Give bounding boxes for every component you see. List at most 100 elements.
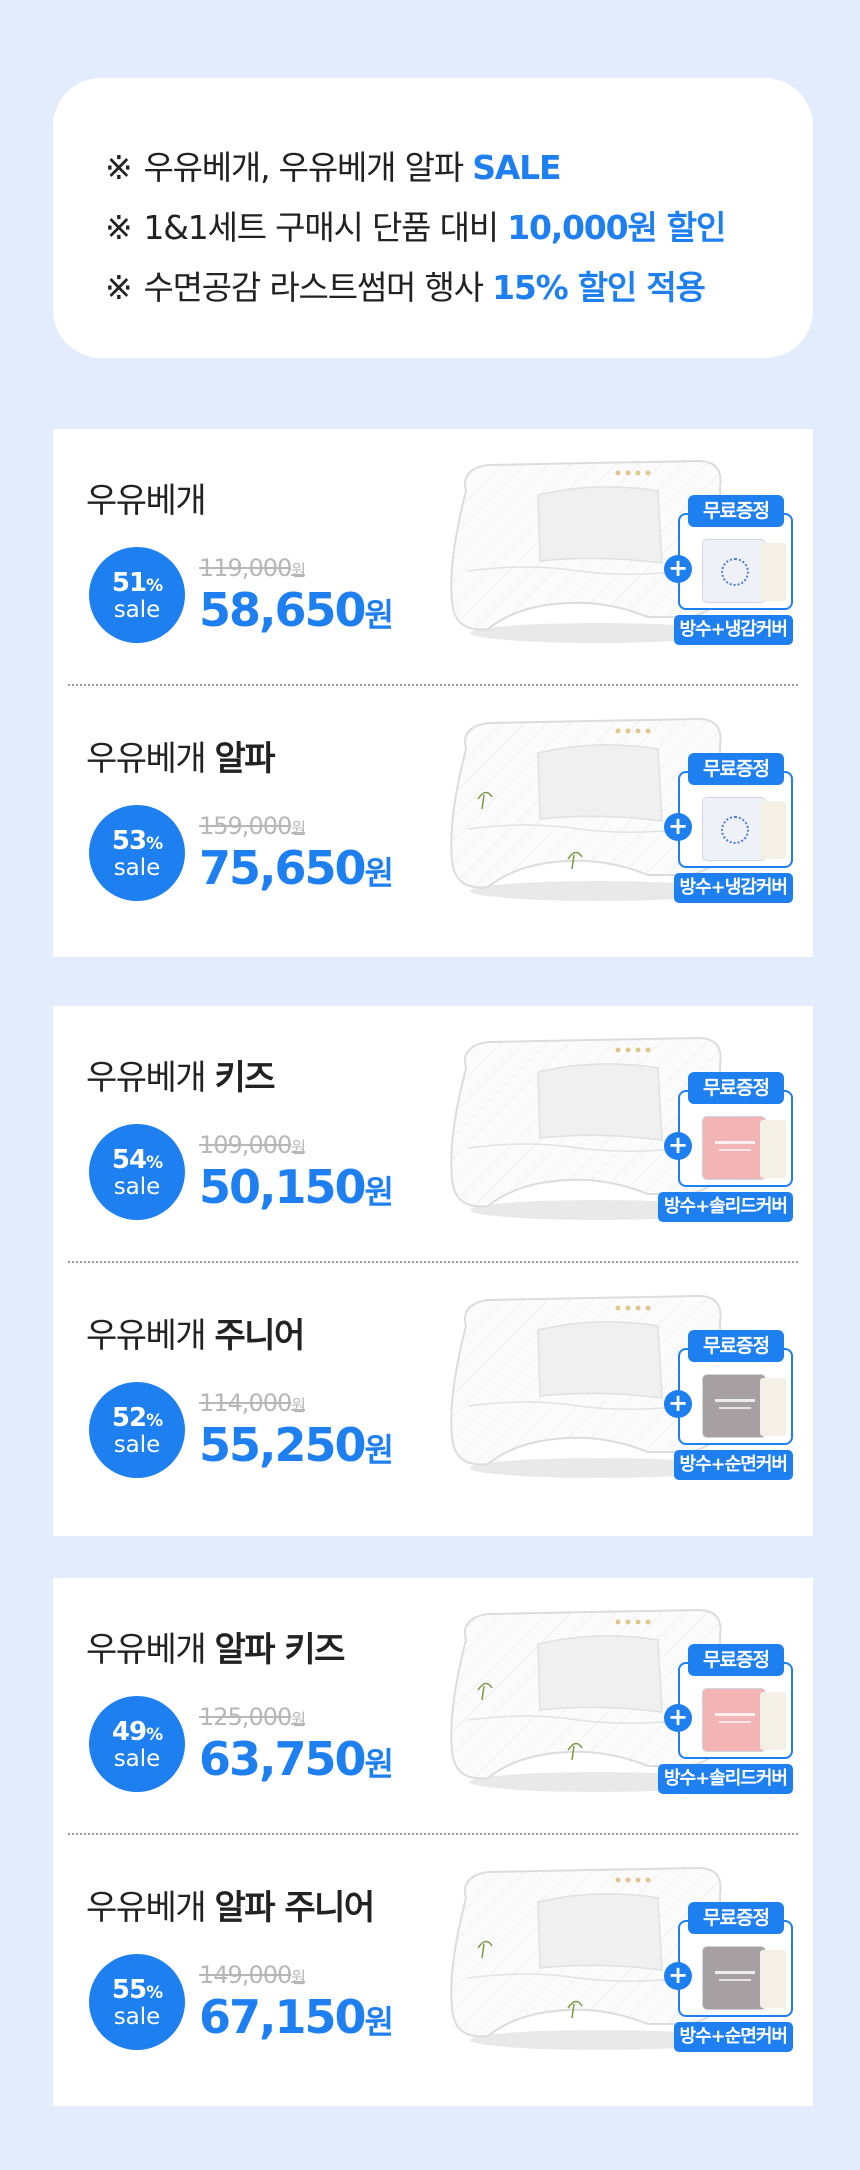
gift-caption: 방수+냉감커버 <box>673 873 793 903</box>
discount-badge: 49% sale <box>89 1696 185 1792</box>
gift-caption: 방수+솔리드커버 <box>657 1192 793 1222</box>
notice-line: ※ 1&1세트 구매시 단품 대비 10,000원 할인 <box>105 198 813 258</box>
product-name-bold: 주니어 <box>214 1316 305 1356</box>
discount-badge: 54% sale <box>89 1124 185 1220</box>
product-row[interactable]: 우유베개 주니어 52% sale 114,000원 55,250원 무료증정 … <box>53 1264 813 1521</box>
discount-value: 55 <box>111 1975 147 2005</box>
sale-price: 63,750원 <box>199 1732 394 1786</box>
product-name: 우유베개 주니어 <box>86 1308 305 1357</box>
product-name-bold: 알파 주니어 <box>214 1888 375 1928</box>
discount-percent: 49% <box>89 1717 185 1747</box>
won-unit: 원 <box>291 1968 306 1987</box>
sale-notice-box: ※ 우유베개, 우유베개 알파 SALE ※ 1&1세트 구매시 단품 대비 10,… <box>53 78 813 358</box>
product-name-bold: 알파 <box>214 739 275 779</box>
product-name: 우유베개 알파 키즈 <box>86 1622 345 1671</box>
won-unit: 원 <box>364 854 394 892</box>
original-price: 125,000원 <box>199 1703 306 1731</box>
discount-value: 53 <box>111 826 147 856</box>
notice-highlight: 15% 할인 적용 <box>492 268 706 307</box>
won-unit: 원 <box>291 561 306 580</box>
free-gift-tag: 무료증정 <box>688 1902 784 1934</box>
product-name: 우유베개 키즈 <box>86 1050 275 1099</box>
gift-caption: 방수+순면커버 <box>673 2022 793 2052</box>
sale-price-value: 63,750 <box>199 1732 367 1786</box>
free-gift: 무료증정 + 방수+순면커버 <box>648 1902 793 2052</box>
reference-mark-icon: ※ <box>105 268 133 307</box>
sale-price-value: 50,150 <box>199 1160 367 1214</box>
discount-value: 52 <box>111 1403 147 1433</box>
notice-text: 우유베개, 우유베개 알파 <box>143 148 473 187</box>
product-name-regular: 우유베개 <box>86 1058 215 1098</box>
notice-text: 수면공감 라스트썸머 행사 <box>143 268 493 307</box>
gift-cover-back <box>760 543 786 601</box>
product-name: 우유베개 <box>86 473 207 522</box>
original-price: 159,000원 <box>199 812 306 840</box>
sale-label: sale <box>113 1746 161 1772</box>
percent-sign: % <box>146 834 163 854</box>
dotted-divider <box>68 1261 798 1263</box>
original-price: 114,000원 <box>199 1389 306 1417</box>
discount-percent: 54% <box>89 1145 185 1175</box>
plus-icon: + <box>664 813 692 841</box>
sale-price: 55,250원 <box>199 1418 394 1472</box>
original-price-value: 125,000 <box>199 1703 292 1731</box>
won-unit: 원 <box>364 2003 394 2041</box>
won-unit: 원 <box>291 819 306 838</box>
product-group-card: 우유베개 키즈 54% sale 109,000원 50,150원 무료증정 + <box>53 1006 813 1536</box>
original-price-value: 114,000 <box>199 1389 292 1417</box>
plus-icon: + <box>664 1962 692 1990</box>
plus-icon: + <box>664 1704 692 1732</box>
notice-line: ※ 수면공감 라스트썸머 행사 15% 할인 적용 <box>105 258 813 318</box>
won-unit: 원 <box>291 1710 306 1729</box>
free-gift: 무료증정 + 방수+순면커버 <box>648 1330 793 1480</box>
product-name-regular: 우유베개 <box>86 1630 215 1670</box>
won-unit: 원 <box>364 596 394 634</box>
product-row[interactable]: 우유베개 알파 53% sale 159,000원 75,650원 무료증정 +… <box>53 687 813 944</box>
sale-price-value: 67,150 <box>199 1990 367 2044</box>
product-group-card: 우유베개 51% sale 119,000원 58,650원 무료증정 + 방수… <box>53 429 813 957</box>
product-row[interactable]: 우유베개 알파 키즈 49% sale 125,000원 63,750원 무료증… <box>53 1578 813 1835</box>
discount-badge: 53% sale <box>89 805 185 901</box>
gift-caption: 방수+솔리드커버 <box>657 1764 793 1794</box>
gift-cover-back <box>760 1120 786 1178</box>
gift-cover-image <box>702 1688 766 1752</box>
original-price: 149,000원 <box>199 1961 306 1989</box>
gift-cover-back <box>760 801 786 859</box>
gift-cover-back <box>760 1692 786 1750</box>
sale-price: 75,650원 <box>199 841 394 895</box>
gift-caption: 방수+냉감커버 <box>673 615 793 645</box>
gift-cover-image <box>702 1116 766 1180</box>
sale-price: 67,150원 <box>199 1990 394 2044</box>
free-gift: 무료증정 + 방수+솔리드커버 <box>648 1072 793 1222</box>
percent-sign: % <box>146 1725 163 1745</box>
discount-value: 54 <box>111 1145 147 1175</box>
percent-sign: % <box>146 576 163 596</box>
sale-price-value: 55,250 <box>199 1418 367 1472</box>
discount-percent: 51% <box>89 568 185 598</box>
gift-cover-image <box>702 539 766 603</box>
product-name-bold: 알파 키즈 <box>214 1630 345 1670</box>
discount-badge: 52% sale <box>89 1382 185 1478</box>
product-name-regular: 우유베개 <box>86 739 215 779</box>
sale-label: sale <box>113 2004 161 2030</box>
free-gift-tag: 무료증정 <box>688 1644 784 1676</box>
product-row[interactable]: 우유베개 51% sale 119,000원 58,650원 무료증정 + 방수… <box>53 429 813 686</box>
product-group-card: 우유베개 알파 키즈 49% sale 125,000원 63,750원 무료증… <box>53 1578 813 2106</box>
discount-badge: 55% sale <box>89 1954 185 2050</box>
reference-mark-icon: ※ <box>105 148 133 187</box>
product-row[interactable]: 우유베개 알파 주니어 55% sale 149,000원 67,150원 무료… <box>53 1836 813 2093</box>
product-row[interactable]: 우유베개 키즈 54% sale 109,000원 50,150원 무료증정 + <box>53 1006 813 1263</box>
free-gift-tag: 무료증정 <box>688 1072 784 1104</box>
product-name-regular: 우유베개 <box>86 1316 215 1356</box>
cover-logo-icon <box>721 816 749 844</box>
notice-line: ※ 우유베개, 우유베개 알파 SALE <box>105 138 813 198</box>
plus-icon: + <box>664 1390 692 1418</box>
won-unit: 원 <box>364 1745 394 1783</box>
product-name: 우유베개 알파 주니어 <box>86 1880 375 1929</box>
product-name-bold: 키즈 <box>214 1058 275 1098</box>
sale-price: 58,650원 <box>199 583 394 637</box>
product-name-regular: 우유베개 <box>86 481 207 521</box>
free-gift-tag: 무료증정 <box>688 495 784 527</box>
dotted-divider <box>68 684 798 686</box>
percent-sign: % <box>146 1411 163 1431</box>
